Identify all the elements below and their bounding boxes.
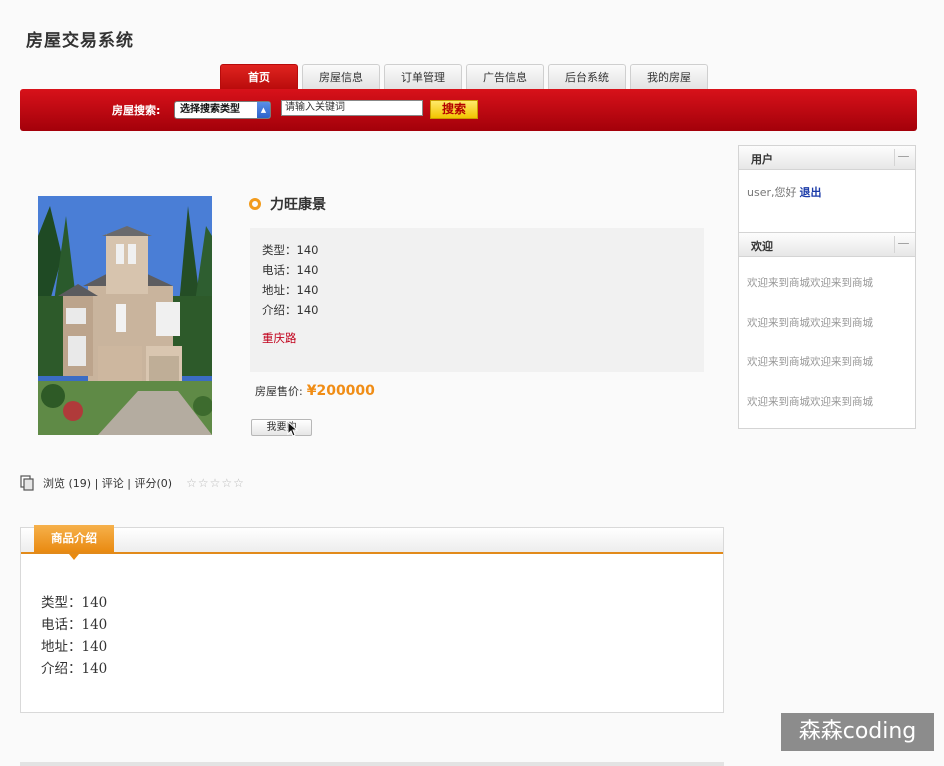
- select-arrow-icon: ▲: [257, 102, 270, 118]
- welcome-item: 欢迎来到商城欢迎来到商城: [747, 277, 873, 289]
- document-icon: [20, 475, 34, 491]
- welcome-panel: 欢迎 — 欢迎来到商城欢迎来到商城 欢迎来到商城欢迎来到商城 欢迎来到商城欢迎来…: [738, 232, 916, 429]
- search-input[interactable]: 请输入关键词: [281, 100, 423, 116]
- product-title: 力旺康景: [249, 194, 326, 214]
- user-panel-header: 用户 —: [739, 146, 915, 170]
- tab-my-houses[interactable]: 我的房屋: [630, 64, 708, 90]
- welcome-item: 欢迎来到商城欢迎来到商城: [747, 395, 873, 408]
- divider: [20, 762, 724, 766]
- tab-ads[interactable]: 广告信息: [466, 64, 544, 90]
- intro-section-header: 商品介绍: [21, 525, 723, 560]
- intro-body: 类型：140 电话：140 地址：140 介绍：140: [21, 554, 723, 680]
- nav-tabs: 首页 房屋信息 订单管理 广告信息 后台系统 我的房屋: [220, 64, 712, 90]
- tab-admin[interactable]: 后台系统: [548, 64, 626, 90]
- info-phone: 电话：140: [262, 263, 319, 277]
- user-greeting: user,您好: [747, 186, 797, 199]
- search-button[interactable]: 搜索: [430, 100, 478, 119]
- search-type-select[interactable]: 选择搜索类型 ▲: [174, 101, 271, 119]
- search-label: 房屋搜索:: [112, 104, 161, 117]
- welcome-panel-header: 欢迎 —: [739, 233, 915, 257]
- welcome-panel-title: 欢迎: [751, 240, 773, 253]
- tab-home[interactable]: 首页: [220, 64, 298, 90]
- welcome-item: 欢迎来到商城欢迎来到商城: [747, 316, 873, 329]
- rating-stars[interactable]: ☆☆☆☆☆: [186, 476, 245, 490]
- user-panel: 用户 — user,您好 退出: [738, 145, 916, 233]
- collapse-icon[interactable]: —: [894, 149, 912, 166]
- intro-description: 介绍：140: [41, 661, 108, 677]
- price-row: 房屋售价: ¥200000: [255, 383, 375, 399]
- intro-tab[interactable]: 商品介绍: [34, 525, 114, 552]
- logout-link[interactable]: 退出: [800, 186, 822, 199]
- product-address: 重庆路: [262, 331, 297, 345]
- product-name: 力旺康景: [270, 197, 326, 213]
- welcome-list: 欢迎来到商城欢迎来到商城 欢迎来到商城欢迎来到商城 欢迎来到商城欢迎来到商城 欢…: [739, 257, 915, 422]
- user-panel-title: 用户: [751, 153, 773, 166]
- collapse-icon[interactable]: —: [894, 236, 912, 253]
- product-intro-section: 商品介绍 类型：140 电话：140 地址：140 介绍：140: [20, 525, 724, 713]
- mouse-cursor-icon: [287, 421, 299, 437]
- welcome-item: 欢迎来到商城欢迎来到商城: [747, 356, 873, 368]
- site-title: 房屋交易系统: [26, 31, 134, 51]
- search-type-value: 选择搜索类型: [180, 104, 240, 115]
- intro-phone: 电话：140: [41, 617, 108, 633]
- view-comment-rating: 浏览 (19) | 评论 | 评分(0): [43, 477, 173, 490]
- price-label: 房屋售价:: [255, 385, 303, 398]
- intro-address: 地址：140: [41, 639, 108, 655]
- intro-type: 类型：140: [41, 595, 108, 611]
- info-intro: 介绍：140: [262, 303, 319, 317]
- watermark: 森森coding: [781, 713, 934, 751]
- user-greeting-line: user,您好 退出: [739, 170, 915, 232]
- house-photo: [38, 196, 212, 435]
- bullet-ring-icon: [249, 198, 261, 210]
- search-bar: 房屋搜索: 选择搜索类型 ▲ 请输入关键词 搜索: [20, 89, 917, 131]
- info-type: 类型：140: [262, 243, 319, 257]
- product-info-box: 类型：140 电话：140 地址：140 介绍：140 重庆路: [250, 228, 704, 372]
- buy-button[interactable]: 我要购: [251, 419, 312, 436]
- tab-orders[interactable]: 订单管理: [384, 64, 462, 90]
- tab-house-info[interactable]: 房屋信息: [302, 64, 380, 90]
- tab-pointer-icon: [69, 554, 79, 560]
- stats-row: 浏览 (19) | 评论 | 评分(0) ☆☆☆☆☆: [20, 475, 245, 491]
- price-value: ¥200000: [306, 383, 375, 399]
- info-address: 地址：140: [262, 283, 319, 297]
